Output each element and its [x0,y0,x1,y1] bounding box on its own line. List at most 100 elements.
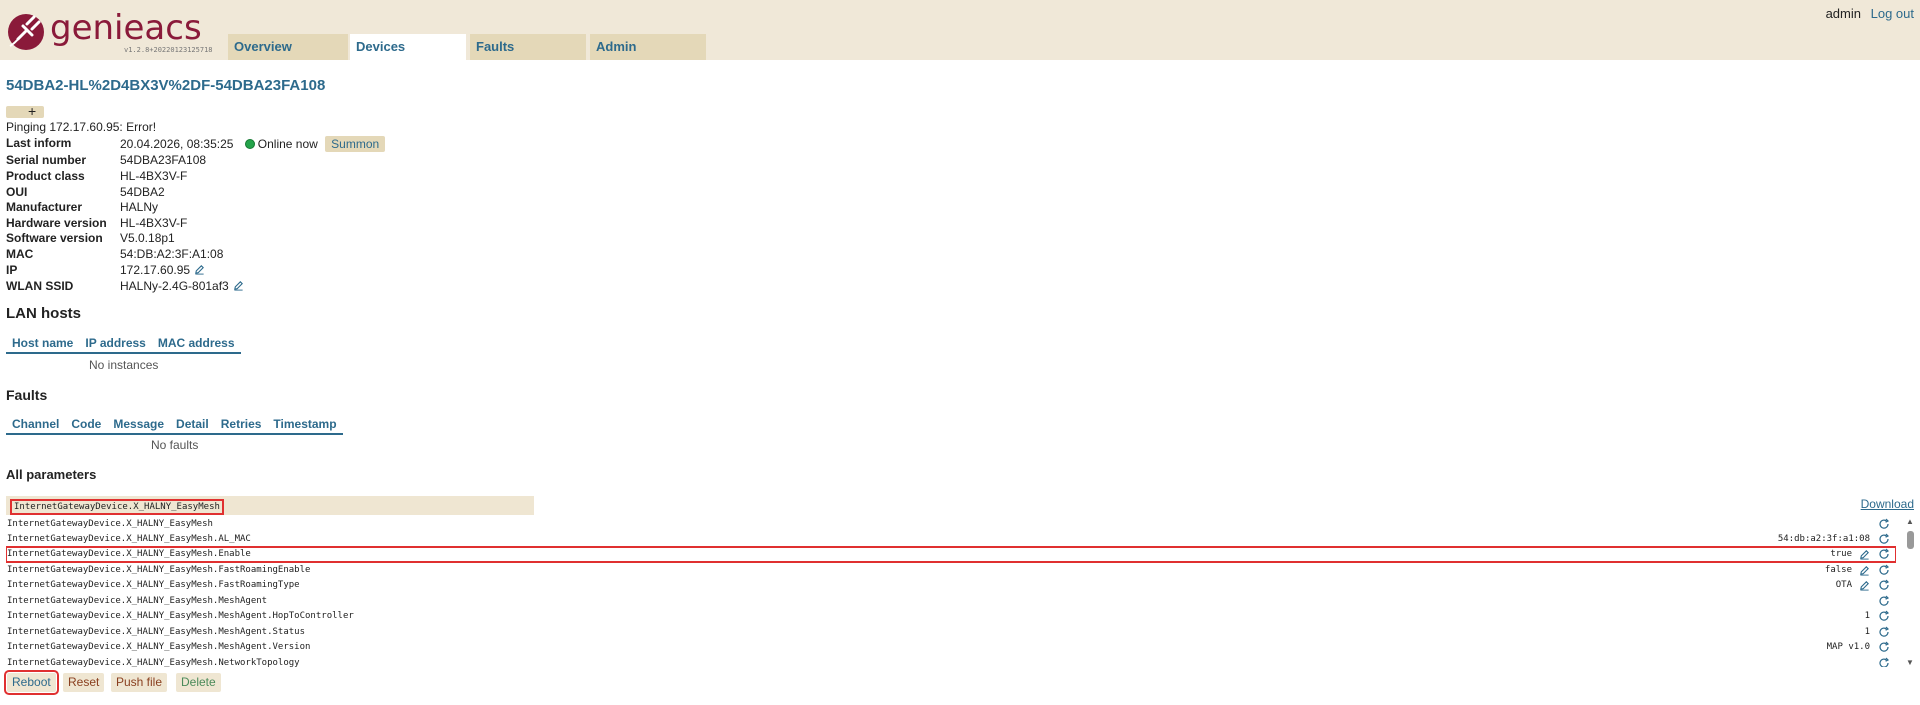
parameter-list-scrollbar[interactable]: ▲ ▼ [1906,517,1916,667]
parameter-value: true [1830,549,1852,559]
parameter-row: InternetGatewayDevice.X_HALNY_EasyMesh.F… [6,563,1896,578]
summary-value: 172.17.60.95 [120,263,191,277]
summary-value: 20.04.2026, 08:35:25 [120,137,234,151]
online-status-text: Online now [257,137,318,151]
delete-button[interactable]: Delete [176,673,221,692]
scroll-up-arrow-icon[interactable]: ▲ [1906,517,1914,526]
refresh-icon[interactable] [1878,548,1890,560]
all-parameters-heading: All parameters [6,467,97,482]
reset-button[interactable]: Reset [63,673,105,692]
tab-admin[interactable]: Admin [590,34,706,60]
download-link[interactable]: Download [1861,497,1914,511]
parameter-value: 1 [1864,627,1870,637]
parameter-row: InternetGatewayDevice.X_HALNY_EasyMesh.M… [6,640,1896,655]
parameter-name: InternetGatewayDevice.X_HALNY_EasyMesh [7,519,213,529]
refresh-icon[interactable] [1878,518,1890,530]
edit-pencil-icon[interactable] [1859,549,1870,560]
parameter-name: InternetGatewayDevice.X_HALNY_EasyMesh.N… [7,658,300,667]
scroll-down-arrow-icon[interactable]: ▼ [1906,658,1914,667]
top-header: genieacs v1.2.8+20220123125718 Overview … [0,0,1920,60]
genieacs-logo[interactable]: genieacs v1.2.8+20220123125718 [6,8,226,58]
tab-devices[interactable]: Devices [350,34,466,60]
summary-value: HALNy-2.4G-801af3 [120,279,229,293]
refresh-icon[interactable] [1878,626,1890,638]
parameter-name: InternetGatewayDevice.X_HALNY_EasyMesh.A… [7,534,251,544]
refresh-icon[interactable] [1878,564,1890,576]
logo-plug-icon [8,14,44,50]
column-header[interactable]: Message [107,415,171,435]
tab-overview[interactable]: Overview [228,34,348,60]
refresh-icon[interactable] [1878,595,1890,607]
online-status-icon [244,139,255,149]
summary-value: HL-4BX3V-F [120,216,188,230]
refresh-icon[interactable] [1878,579,1890,591]
summary-label: Hardware version [6,216,107,230]
parameter-value: OTA [1835,580,1852,590]
push-file-button[interactable]: Push file [111,673,168,692]
summary-value: V5.0.18p1 [120,231,175,245]
summon-button[interactable]: Summon [325,136,386,152]
refresh-icon[interactable] [1878,641,1890,653]
summary-label: MAC [6,247,34,261]
tags-bar: + [6,103,44,119]
add-tag-button[interactable]: + [28,103,36,119]
parameter-value: 54:db:a2:3f:a1:08 [1777,534,1870,544]
column-header[interactable]: Code [65,415,108,435]
summary-label: IP [6,263,18,277]
lan-hosts-empty: No instances [89,358,159,372]
edit-pencil-icon[interactable] [233,280,244,291]
refresh-icon[interactable] [1878,657,1890,667]
parameter-value: false [1824,565,1852,575]
lan-hosts-table: Host name IP address MAC address [6,334,241,354]
refresh-icon[interactable] [1878,610,1890,622]
parameter-name: InternetGatewayDevice.X_HALNY_EasyMesh.F… [7,580,300,590]
column-header[interactable]: IP address [79,334,152,354]
summary-value: HL-4BX3V-F [120,169,188,183]
parameter-row: InternetGatewayDevice.X_HALNY_EasyMesh.M… [6,594,1896,609]
logout-link[interactable]: Log out [1871,6,1914,21]
summary-label: Software version [6,231,103,245]
column-header[interactable]: Channel [6,415,66,435]
summary-value: 54DBA23FA108 [120,153,207,167]
faults-table: Channel Code Message Detail Retries Time… [6,415,343,435]
summary-label: OUI [6,185,28,199]
reboot-button[interactable]: Reboot [4,670,59,695]
summary-value: 54:DB:A2:3F:A1:08 [120,247,224,261]
summary-value: 54DBA2 [120,185,165,199]
faults-empty: No faults [151,438,199,452]
column-header[interactable]: Host name [6,334,80,354]
parameter-row: InternetGatewayDevice.X_HALNY_EasyMesh.M… [6,625,1896,640]
parameter-list: InternetGatewayDevice.X_HALNY_EasyMesh I… [6,517,1896,667]
edit-pencil-icon[interactable] [1859,565,1870,576]
column-header[interactable]: MAC address [151,334,241,354]
summary-value: HALNy [120,200,159,214]
lan-hosts-heading: LAN hosts [6,305,81,322]
user-menu: admin Log out [1826,6,1914,21]
parameter-row: InternetGatewayDevice.X_HALNY_EasyMesh.M… [6,609,1896,624]
version-label: v1.2.8+20220123125718 [124,46,213,54]
parameter-name: InternetGatewayDevice.X_HALNY_EasyMesh.F… [7,565,311,575]
parameter-row-enable: InternetGatewayDevice.X_HALNY_EasyMesh.E… [6,546,1896,563]
parameter-search-value: InternetGatewayDevice.X_HALNY_EasyMesh [10,499,224,515]
parameter-name: InternetGatewayDevice.X_HALNY_EasyMesh.M… [7,642,311,652]
summary-label: WLAN SSID [6,279,74,293]
logo-wordmark: genieacs [50,8,202,48]
scroll-thumb[interactable] [1907,531,1914,549]
faults-heading: Faults [6,387,48,403]
device-title: 54DBA2-HL%2D4BX3V%2DF-54DBA23FA108 [6,77,326,94]
column-header[interactable]: Detail [170,415,215,435]
parameter-row: InternetGatewayDevice.X_HALNY_EasyMesh.N… [6,656,1896,667]
tab-faults[interactable]: Faults [470,34,586,60]
edit-pencil-icon[interactable] [1859,580,1870,591]
parameter-row: InternetGatewayDevice.X_HALNY_EasyMesh.F… [6,578,1896,593]
parameter-name: InternetGatewayDevice.X_HALNY_EasyMesh.M… [7,596,268,606]
parameter-name: InternetGatewayDevice.X_HALNY_EasyMesh.M… [7,611,354,621]
edit-pencil-icon[interactable] [194,264,205,275]
username: admin [1825,6,1861,21]
summary-label: Manufacturer [6,200,83,214]
refresh-icon[interactable] [1878,533,1890,545]
summary-label: Serial number [6,153,87,167]
parameter-search-input[interactable]: InternetGatewayDevice.X_HALNY_EasyMesh [6,496,534,515]
column-header[interactable]: Timestamp [267,415,343,435]
column-header[interactable]: Retries [214,415,268,435]
